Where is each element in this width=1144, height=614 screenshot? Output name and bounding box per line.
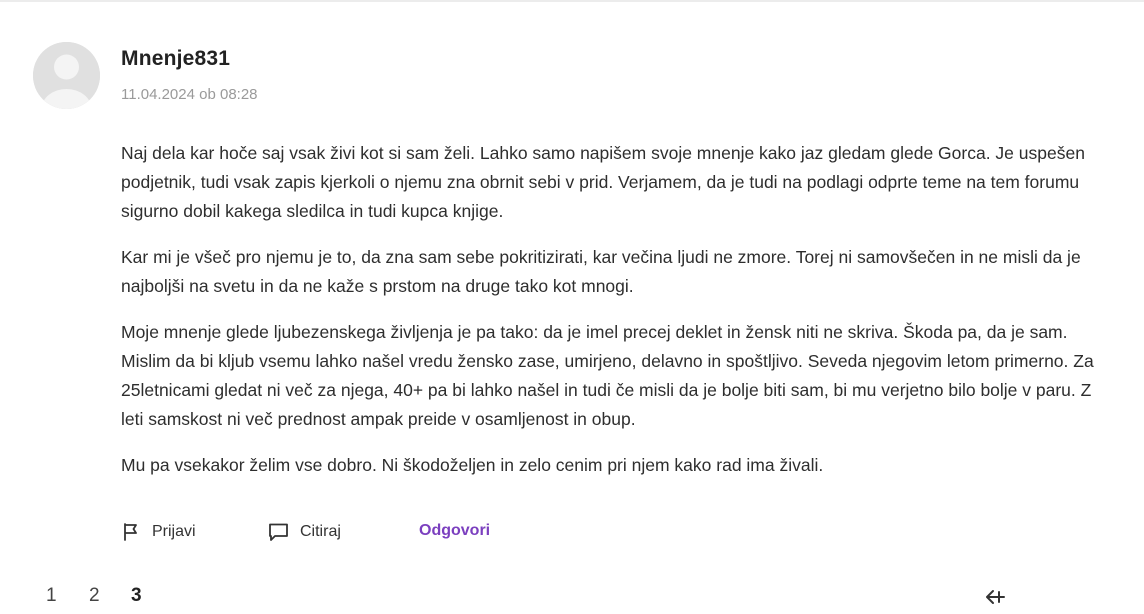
comment-icon — [269, 523, 288, 541]
top-divider — [0, 0, 1144, 2]
comment-paragraph: Moje mnenje glede ljubezenskega življenj… — [121, 322, 1094, 429]
arrow-left-icon — [986, 590, 1005, 604]
comment-paragraph: Naj dela kar hoče saj vsak živi kot si s… — [121, 143, 1085, 221]
pagination-back-button[interactable] — [983, 588, 1007, 611]
page-link-1[interactable]: 1 — [46, 585, 57, 607]
reply-button[interactable]: Odgovori — [419, 522, 490, 540]
comment-body: Naj dela kar hoče saj vsak živi kot si s… — [121, 139, 1111, 497]
comment-author[interactable]: Mnenje831 — [121, 47, 230, 71]
page-link-3-current[interactable]: 3 — [131, 585, 142, 607]
page-link-2[interactable]: 2 — [89, 585, 100, 607]
flag-icon — [124, 523, 137, 541]
avatar — [33, 42, 100, 109]
comment-date: 11.04.2024 ob 08:28 — [121, 86, 258, 103]
comment-paragraph: Kar mi je všeč pro njemu je to, da zna s… — [121, 247, 1081, 296]
comment-paragraph: Mu pa vsekakor želim vse dobro. Ni škodo… — [121, 455, 824, 475]
quote-button[interactable]: Citiraj — [268, 522, 341, 542]
user-placeholder-icon — [33, 42, 100, 109]
quote-label: Citiraj — [300, 523, 341, 540]
report-button[interactable]: Prijavi — [121, 522, 196, 542]
report-label: Prijavi — [152, 523, 196, 540]
